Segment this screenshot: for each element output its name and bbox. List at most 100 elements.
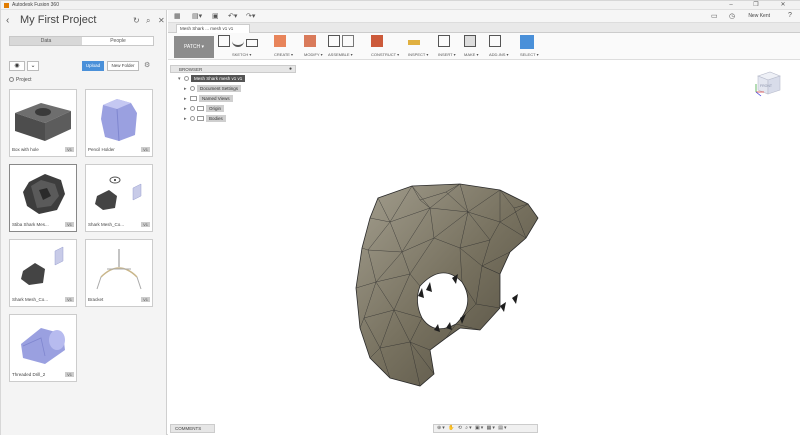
- hub-dropdown-icon[interactable]: ⌄: [27, 61, 39, 71]
- navigation-bar[interactable]: ⊕▾ ✋ ⟲ ⌕▾ ▣▾ ▦▾ ▤▾: [433, 424, 538, 433]
- clock-icon[interactable]: ◷: [729, 12, 735, 20]
- folder-icon: [197, 106, 204, 112]
- breadcrumb-label: Project: [16, 77, 32, 83]
- new-folder-button[interactable]: New Folder: [107, 61, 139, 71]
- file-name: Box with hole: [12, 147, 39, 152]
- plane-icon: [371, 35, 383, 47]
- file-name: Bracket: [88, 297, 104, 302]
- pencil-holder-thumbnail: [87, 91, 151, 144]
- insert-image-icon: [438, 35, 450, 47]
- group-label: ADD-INS ▾: [489, 52, 509, 57]
- redo-icon[interactable]: ↷▾: [246, 12, 255, 20]
- job-status-icon[interactable]: ▭: [711, 12, 718, 20]
- tree-item-label: Bodies: [206, 115, 226, 122]
- application-window: Autodesk Fusion 360 – ❐ ✕ ‹ My First Pro…: [0, 0, 800, 435]
- version-badge: V1: [65, 372, 74, 377]
- title-bar: Autodesk Fusion 360 – ❐ ✕: [1, 1, 800, 10]
- main-area: ▦ ▤▾ ▣ ↶▾ ↷▾ ▭ ◷ New Kent ? Mesh Shark .…: [168, 10, 800, 435]
- version-badge: V1: [65, 147, 74, 152]
- close-panel-icon[interactable]: ✕: [158, 16, 165, 25]
- refresh-icon[interactable]: ↻: [133, 16, 140, 25]
- version-badge: V1: [141, 297, 150, 302]
- file-card[interactable]: Bracket V1: [85, 239, 153, 307]
- tree-item-label: Document Settings: [197, 85, 242, 92]
- folder-icon: [190, 96, 197, 102]
- close-window-button[interactable]: ✕: [773, 1, 793, 10]
- rectangle-icon: [246, 39, 258, 47]
- group-label: SKETCH ▾: [232, 52, 252, 57]
- shark-mesh-model[interactable]: [350, 178, 550, 393]
- group-label: INSERT ▾: [438, 52, 456, 57]
- select-icon: [520, 35, 534, 49]
- file-card[interactable]: Pencil Holder V1: [85, 89, 153, 157]
- folder-icon: [197, 116, 204, 122]
- version-badge: V1: [65, 222, 74, 227]
- pin-icon[interactable]: ●: [289, 66, 292, 73]
- data-panel: ‹ My First Project ↻ ⌕ ✕ Data People ◉ ⌄…: [1, 10, 167, 435]
- user-name[interactable]: New Kent: [748, 13, 770, 19]
- minimize-button[interactable]: –: [721, 1, 741, 10]
- tree-item-label: Origin: [206, 105, 225, 112]
- group-label: CONSTRUCT ▾: [371, 52, 400, 57]
- data-panel-tabs: Data People: [9, 36, 154, 46]
- upload-button[interactable]: Upload: [82, 61, 104, 71]
- tab-people[interactable]: People: [82, 37, 154, 45]
- group-label: INSPECT ▾: [408, 52, 429, 57]
- shark-mesh-assembly-thumbnail: [87, 166, 151, 219]
- hub-icon[interactable]: ◉: [9, 61, 25, 71]
- window-title: Autodesk Fusion 360: [12, 2, 59, 8]
- version-badge: V1: [141, 147, 150, 152]
- visibility-icon[interactable]: [190, 116, 195, 122]
- workspace-switcher[interactable]: PATCH ▾: [174, 36, 214, 58]
- new-component-icon: [328, 35, 340, 47]
- group-label: MODIFY ▾: [304, 52, 323, 57]
- canvas-viewport[interactable]: BROWSER ● ▾ Mesh Shark mesh v1 v1 ▸ Docume…: [168, 60, 800, 435]
- quick-access-toolbar: ▦ ▤▾ ▣ ↶▾ ↷▾ ▭ ◷ New Kent ?: [168, 10, 800, 23]
- threaded-part-thumbnail: [11, 316, 75, 369]
- version-badge: V1: [65, 297, 74, 302]
- settings-icon: [190, 86, 195, 92]
- bracket-thumbnail: [87, 241, 151, 294]
- file-card[interactable]: Shark Mesh_Co... V1: [85, 164, 153, 232]
- ribbon-toolbar: PATCH ▾ SKETCH ▾ CREATE ▾ MODIFY ▾ ASSEM…: [168, 33, 800, 60]
- view-cube[interactable]: FRONT: [752, 66, 784, 98]
- document-tab-label: Mesh Shark ... mesh v1 v1: [180, 26, 234, 31]
- search-icon[interactable]: ⌕: [146, 16, 150, 26]
- file-menu-icon[interactable]: ▤▾: [192, 12, 202, 20]
- tree-item-label: Mesh Shark mesh v1 v1: [191, 75, 246, 82]
- visibility-icon[interactable]: [184, 76, 189, 82]
- tree-item[interactable]: ▸ Named Views: [184, 95, 233, 102]
- joint-icon: [342, 35, 354, 47]
- document-tab-bar: Mesh Shark ... mesh v1 v1: [168, 23, 800, 33]
- file-name: Pencil Holder: [88, 147, 115, 152]
- file-name: Shark Mesh_Co...: [88, 222, 125, 227]
- tree-root[interactable]: ▾ Mesh Shark mesh v1 v1: [178, 75, 246, 82]
- fusion-app-icon: [4, 3, 9, 8]
- tab-data[interactable]: Data: [10, 37, 82, 45]
- save-icon[interactable]: ▣: [212, 12, 219, 20]
- project-icon: [9, 77, 14, 83]
- file-card[interactable]: Threaded Drill_2 V1: [9, 314, 77, 382]
- group-label: SELECT ▾: [520, 52, 539, 57]
- tree-item[interactable]: ▸ Origin: [184, 105, 225, 112]
- file-card[interactable]: Box with hole V1: [9, 89, 77, 157]
- group-label: CREATE ▾: [274, 52, 294, 57]
- visibility-icon[interactable]: [190, 106, 195, 112]
- comments-panel[interactable]: COMMENTS: [170, 424, 215, 433]
- maximize-button[interactable]: ❐: [746, 1, 766, 10]
- browser-title: BROWSER: [179, 67, 203, 72]
- undo-icon[interactable]: ↶▾: [228, 12, 237, 20]
- document-tab[interactable]: Mesh Shark ... mesh v1 v1: [176, 24, 250, 33]
- file-card[interactable]: Shark Mesh_Co... V1: [9, 239, 77, 307]
- help-icon[interactable]: ?: [788, 12, 792, 19]
- breadcrumb[interactable]: Project: [9, 77, 32, 83]
- browser-header[interactable]: BROWSER ●: [170, 65, 296, 73]
- tree-item-label: Named Views: [199, 95, 233, 102]
- grid-icon[interactable]: ▦: [174, 12, 181, 20]
- tree-item[interactable]: ▸ Document Settings: [184, 85, 242, 92]
- gear-icon[interactable]: ⚙: [144, 61, 150, 69]
- file-card[interactable]: Stiba Shark Mes... V1: [9, 164, 77, 232]
- tree-item[interactable]: ▸ Bodies: [184, 115, 226, 122]
- file-name: Threaded Drill_2: [12, 372, 46, 377]
- back-button[interactable]: ‹: [6, 15, 9, 26]
